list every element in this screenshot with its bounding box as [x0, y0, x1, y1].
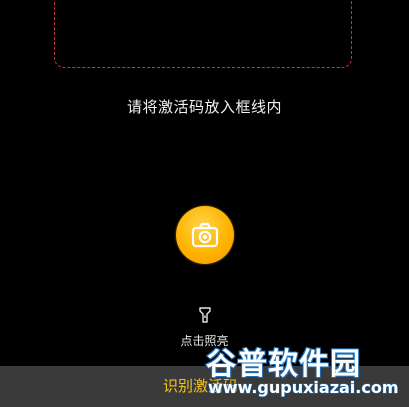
- flashlight-icon: [199, 307, 211, 323]
- flashlight-toggle[interactable]: [196, 306, 214, 324]
- watermark-title: 谷普软件园: [205, 346, 361, 383]
- camera-button[interactable]: [176, 206, 234, 264]
- watermark-url: www.gupuxiazai.com: [208, 378, 400, 398]
- scan-frame: [54, 0, 352, 68]
- scan-hint-text: 请将激活码放入框线内: [126, 98, 282, 116]
- watermark: 谷普软件园 www.gupuxiazai.com: [198, 325, 409, 407]
- camera-icon: [191, 222, 219, 248]
- scan-screen: 请将激活码放入框线内 点击照亮 识别激活码 谷普软件园 www.gupuxiaz…: [0, 0, 409, 407]
